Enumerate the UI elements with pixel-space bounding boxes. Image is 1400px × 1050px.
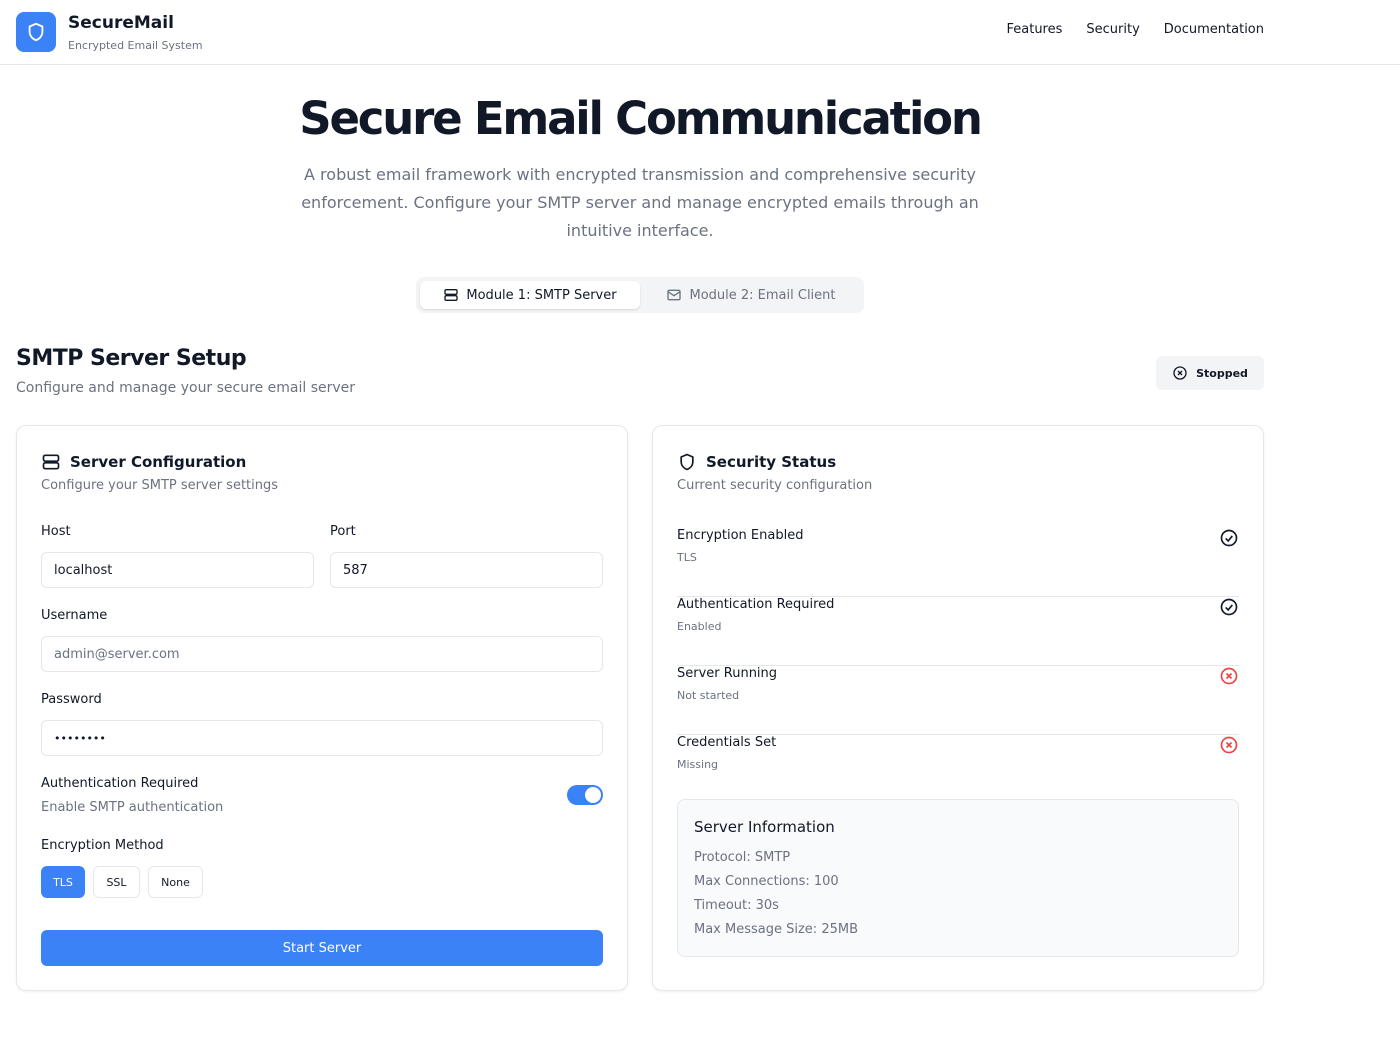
tab-label: Module 2: Email Client: [689, 287, 836, 303]
security-item-name: Encryption Enabled: [677, 528, 804, 543]
host-label: Host: [41, 524, 71, 539]
top-header: SecureMail Encrypted Email System Featur…: [0, 0, 1400, 65]
tab-label: Module 1: SMTP Server: [466, 287, 617, 303]
main-nav: Features Security Documentation: [1006, 22, 1264, 37]
tab-email-client[interactable]: Module 2: Email Client: [642, 281, 860, 309]
check-circle-icon: [1220, 598, 1238, 616]
security-item-name: Authentication Required: [677, 597, 835, 612]
server-status-badge: Stopped: [1156, 356, 1264, 390]
tab-smtp-server[interactable]: Module 1: SMTP Server: [420, 281, 640, 309]
toggle-knob: [585, 787, 601, 803]
x-circle-icon: [1220, 736, 1238, 754]
logo[interactable]: [16, 12, 56, 52]
info-timeout: Timeout: 30s: [694, 898, 779, 913]
server-information-title: Server Information: [694, 818, 835, 836]
username-label: Username: [41, 608, 108, 623]
encryption-tls-button[interactable]: TLS: [41, 866, 85, 898]
security-item-name: Server Running: [677, 666, 778, 681]
info-protocol: Protocol: SMTP: [694, 850, 791, 865]
auth-toggle[interactable]: [567, 785, 603, 805]
nav-link-features[interactable]: Features: [1006, 22, 1062, 37]
security-item-credentials: Credentials Set Missing: [677, 735, 1239, 804]
server-icon: [42, 454, 60, 470]
card-title: Server Configuration: [41, 452, 246, 472]
module-tabs: Module 1: SMTP Server Module 2: Email Cl…: [416, 277, 864, 313]
security-item-value: Missing: [677, 758, 719, 771]
status-text: Stopped: [1196, 366, 1248, 380]
card-subtitle: Configure your SMTP server settings: [41, 478, 279, 493]
server-configuration-card: Server Configuration Configure your SMTP…: [16, 425, 628, 991]
brand-name: SecureMail: [68, 13, 174, 33]
auth-required-label: Authentication Required: [41, 776, 199, 791]
start-server-button[interactable]: Start Server: [41, 930, 603, 966]
shield-icon: [28, 22, 44, 42]
security-item-value: Enabled: [677, 620, 722, 633]
shield-icon: [680, 453, 694, 471]
section-subtitle: Configure and manage your secure email s…: [16, 380, 356, 396]
security-item-encryption: Encryption Enabled TLS: [677, 528, 1239, 597]
port-label: Port: [330, 524, 356, 539]
x-circle-icon: [1220, 667, 1238, 685]
host-input[interactable]: [41, 552, 314, 588]
encryption-method-label: Encryption Method: [41, 838, 164, 853]
mail-icon: [667, 289, 682, 301]
security-item-authentication: Authentication Required Enabled: [677, 597, 1239, 666]
security-item-value: TLS: [677, 551, 697, 564]
card-title-text: Server Configuration: [70, 453, 247, 471]
nav-link-security[interactable]: Security: [1086, 22, 1139, 37]
password-label: Password: [41, 692, 102, 707]
x-circle-icon: [1173, 366, 1187, 380]
security-item-server-running: Server Running Not started: [677, 666, 1239, 735]
security-item-value: Not started: [677, 689, 740, 702]
port-input[interactable]: [330, 552, 603, 588]
info-max-message-size: Max Message Size: 25MB: [694, 922, 858, 937]
nav-link-documentation[interactable]: Documentation: [1164, 22, 1264, 37]
hero-title: Secure Email Communication: [299, 92, 983, 145]
card-subtitle: Current security configuration: [677, 478, 873, 493]
card-title-text: Security Status: [706, 453, 837, 471]
server-icon: [444, 289, 459, 301]
encryption-ssl-button[interactable]: SSL: [93, 866, 140, 898]
security-item-name: Credentials Set: [677, 735, 777, 750]
server-information-panel: Server Information Protocol: SMTP Max Co…: [677, 799, 1239, 957]
section-title: SMTP Server Setup: [16, 346, 247, 371]
password-input[interactable]: ••••••••: [41, 720, 603, 756]
check-circle-icon: [1220, 529, 1238, 547]
hero-description: A robust email framework with encrypted …: [301, 165, 979, 240]
encryption-none-button[interactable]: None: [148, 866, 203, 898]
username-input[interactable]: [41, 636, 603, 672]
auth-required-description: Enable SMTP authentication: [41, 800, 224, 815]
card-title: Security Status: [677, 452, 836, 472]
brand-subtitle: Encrypted Email System: [68, 39, 203, 52]
info-max-connections: Max Connections: 100: [694, 874, 839, 889]
security-status-card: Security Status Current security configu…: [652, 425, 1264, 991]
